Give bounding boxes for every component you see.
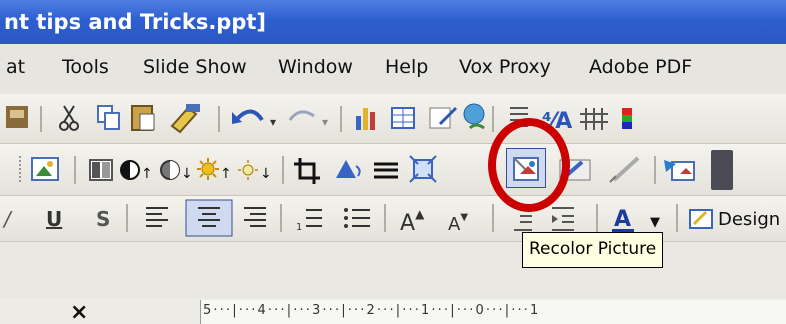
menu-vox-proxy[interactable]: Vox Proxy xyxy=(459,56,551,78)
font-color-icon[interactable]: A xyxy=(612,207,634,234)
insert-hyperlink-icon[interactable] xyxy=(463,103,485,130)
formatting-toolbar-icons: / U S 1 A▲ A▼ A ▼ xyxy=(2,199,713,237)
menu-bar: at Tools Slide Show Window Help Vox Prox… xyxy=(0,44,786,94)
reset-picture-icon[interactable] xyxy=(664,160,695,181)
window-title: nt tips and Tricks.ppt] xyxy=(0,0,786,44)
align-center-button[interactable] xyxy=(185,199,233,237)
undo-dropdown-icon[interactable]: ▾ xyxy=(270,115,276,129)
underline-icon[interactable]: U xyxy=(46,207,62,231)
menu-format[interactable]: at xyxy=(6,56,25,78)
cut-icon[interactable] xyxy=(59,105,79,131)
picture-toolbar: ↑ ↓ ↑ ↓ xyxy=(0,144,786,196)
ruler-scale: 5 · · · | · · · 4 · · · | · · · 3 · · · … xyxy=(203,303,538,318)
toolbar-separator xyxy=(492,204,494,232)
numbering-icon[interactable]: 1 xyxy=(296,209,322,233)
increase-font-size-icon[interactable]: A▲ xyxy=(400,207,425,236)
toolbar-separator xyxy=(654,156,656,184)
bullets-icon[interactable] xyxy=(344,208,370,228)
design-button-label[interactable]: Design xyxy=(718,209,780,230)
research-icon[interactable] xyxy=(6,106,28,128)
menu-help[interactable]: Help xyxy=(385,56,428,78)
close-pane-icon[interactable]: × xyxy=(70,300,88,324)
shadow-icon[interactable]: S xyxy=(96,207,110,231)
menu-window[interactable]: Window xyxy=(278,56,353,78)
insert-chart-icon[interactable] xyxy=(356,108,375,130)
increase-indent-icon[interactable] xyxy=(552,207,574,231)
toolbar-separator xyxy=(384,204,386,232)
undo-icon[interactable] xyxy=(232,109,264,124)
menu-tools[interactable]: Tools xyxy=(62,56,109,78)
italic-icon[interactable]: / xyxy=(2,207,13,231)
toolbar-dock-area xyxy=(0,242,786,298)
toolbar-separator xyxy=(40,106,42,132)
paste-icon[interactable] xyxy=(131,105,155,131)
decrease-font-size-icon[interactable]: A▼ xyxy=(448,212,468,235)
copy-icon[interactable] xyxy=(97,105,120,130)
insert-table-icon[interactable] xyxy=(391,107,415,129)
font-color-dropdown-icon[interactable]: ▼ xyxy=(650,215,660,230)
standard-toolbar: ▾ ▾ ⁴⁄A xyxy=(0,94,786,144)
color-grayscale-icon[interactable] xyxy=(622,108,632,129)
toolbar-separator xyxy=(340,106,342,132)
format-painter-icon[interactable] xyxy=(170,104,200,134)
align-left-icon[interactable] xyxy=(146,207,168,227)
menu-adobe-pdf[interactable]: Adobe PDF xyxy=(589,56,692,78)
slide-design-icon[interactable] xyxy=(689,209,713,229)
tables-borders-icon[interactable] xyxy=(429,106,458,129)
standard-toolbar-icons: ▾ ▾ ⁴⁄A xyxy=(6,103,632,134)
set-transparent-color-icon[interactable] xyxy=(609,156,640,183)
recolor-picture-tooltip: Recolor Picture xyxy=(522,232,664,268)
svg-text:A: A xyxy=(614,207,631,232)
horizontal-ruler: 5 · · · | · · · 4 · · · | · · · 3 · · · … xyxy=(200,300,786,324)
highlight-circle-annotation xyxy=(488,118,570,212)
toolbar-options-dropdown[interactable] xyxy=(711,150,733,190)
align-right-icon[interactable] xyxy=(244,207,266,227)
toolbar-separator xyxy=(126,204,128,232)
show-grid-icon[interactable] xyxy=(580,108,608,130)
toolbar-separator xyxy=(596,204,598,232)
powerpoint-window: nt tips and Tricks.ppt] at Tools Slide S… xyxy=(0,0,786,324)
svg-text:1: 1 xyxy=(296,222,302,233)
toolbar-separator xyxy=(218,106,220,132)
formatting-toolbar: / U S 1 A▲ A▼ A ▼ xyxy=(0,196,786,242)
toolbar-separator xyxy=(492,106,494,132)
picture-toolbar-icons-right xyxy=(513,156,695,184)
redo-dropdown-icon[interactable]: ▾ xyxy=(322,115,328,129)
menu-slide-show[interactable]: Slide Show xyxy=(143,56,247,78)
redo-icon[interactable] xyxy=(288,110,315,121)
toolbar-separator xyxy=(676,204,678,232)
toolbar-separator xyxy=(280,204,282,232)
